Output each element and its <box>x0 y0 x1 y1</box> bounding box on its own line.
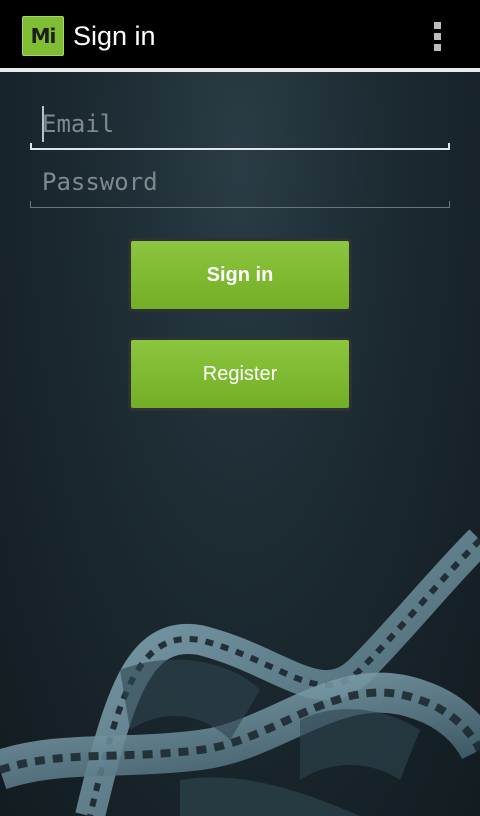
password-underline-tick-right <box>449 201 450 208</box>
app-logo-text: Mi <box>30 24 57 48</box>
text-cursor <box>42 106 44 142</box>
action-bar: Mi Sign in <box>0 0 480 72</box>
password-field-container <box>30 162 450 208</box>
password-field[interactable] <box>30 162 450 202</box>
email-underline <box>30 148 450 150</box>
film-strip-decoration <box>0 529 480 816</box>
register-button[interactable]: Register <box>128 337 352 411</box>
overflow-menu-icon[interactable] <box>426 20 450 54</box>
app-logo-icon[interactable]: Mi <box>22 16 64 56</box>
email-field-container <box>30 104 450 150</box>
email-field[interactable] <box>30 104 450 144</box>
email-underline-tick-left <box>30 143 32 150</box>
password-underline-tick-left <box>30 201 31 208</box>
sign-in-button[interactable]: Sign in <box>128 238 352 312</box>
sign-in-screen: Mi Sign in Sign in Register <box>0 0 480 816</box>
email-underline-tick-right <box>448 143 450 150</box>
action-bar-divider <box>0 68 480 72</box>
password-underline <box>30 207 450 208</box>
page-title: Sign in <box>73 21 156 51</box>
